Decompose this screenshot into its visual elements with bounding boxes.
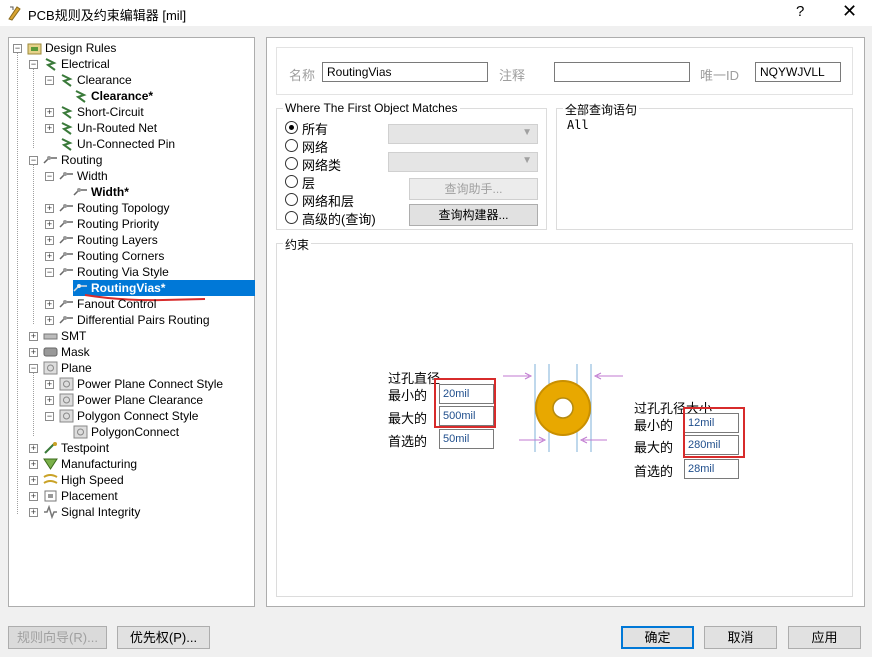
rule-editor-panel: 名称 RoutingVias 注释 唯一ID NQYWJVLL Where Th… [266,37,865,607]
close-button[interactable]: ✕ [842,1,857,22]
object-match-group: Where The First Object Matches 所有 网络 网络类… [276,101,547,230]
highlight-hole-size [683,407,745,458]
short-circuit-icon [61,106,73,119]
comment-label: 注释 [499,68,526,83]
via-diameter-pref-label: 首选的 [388,434,428,449]
hole-size-pref-input[interactable]: 28mil [684,459,739,479]
routing-topology-icon [59,204,73,212]
unique-id-label: 唯一ID [700,68,740,83]
routing-via-style-icon [59,268,73,276]
match-combo-1[interactable]: ▼ [388,124,538,144]
hole-size-max-label: 最大的 [634,440,674,455]
pcb-rules-icon [8,6,21,21]
via-diameter-pref-input[interactable]: 50mil [439,429,494,449]
query-text[interactable]: All [567,118,589,132]
rule-header-group: 名称 RoutingVias 注释 唯一ID NQYWJVLL [276,47,853,95]
ok-button[interactable]: 确定 [621,626,694,649]
rule-icon [73,188,87,196]
query-helper-button[interactable]: 查询助手... [409,178,538,200]
chevron-down-icon: ▼ [522,155,532,166]
rules-tree[interactable]: − Design Rules − Electrical − Clearance Cle… [8,37,255,607]
via-diameter-max-label: 最大的 [388,411,428,426]
differential-pairs-icon [59,316,73,324]
constraints-group: 约束 过孔直径 最小的 20mil 最大的 500mil 首选的 50mil 过… [276,236,853,597]
via-diagram [503,364,623,452]
manufacturing-icon [43,458,58,470]
name-label: 名称 [289,68,316,83]
routing-priority-icon [59,220,73,228]
clearance-icon [61,74,73,87]
radio-advanced-query[interactable] [285,211,298,224]
priority-button[interactable]: 优先权(P)... [117,626,210,649]
chevron-down-icon: ▼ [522,127,532,138]
unique-id-input[interactable]: NQYWJVLL [755,62,841,82]
help-button[interactable]: ? [796,3,804,20]
rule-wizard-button[interactable]: 规则向导(R)... [8,626,107,649]
radio-layer[interactable] [285,175,298,188]
routing-corners-icon [59,252,73,260]
cancel-button[interactable]: 取消 [704,626,777,649]
full-query-group: 全部查询语句 All [556,101,853,230]
folder-icon [27,43,42,55]
via-hole [552,397,574,419]
power-plane-clearance-icon [59,393,74,407]
signal-integrity-icon [44,505,57,519]
routing-icon [43,156,57,164]
rule-icon [75,90,87,103]
highlight-via-diameter [434,378,496,428]
mask-icon [43,347,58,357]
un-routed-net-icon [61,122,73,135]
testpoint-icon [44,442,57,454]
full-query-title: 全部查询语句 [563,101,640,118]
power-plane-connect-icon [59,377,74,391]
name-input[interactable]: RoutingVias [322,62,488,82]
radio-net-and-layer[interactable] [285,193,298,206]
via-diameter-min-label: 最小的 [388,388,428,403]
electrical-icon [45,58,57,71]
un-connected-pin-icon [61,138,73,151]
apply-button[interactable]: 应用 [788,626,861,649]
title-bar: PCB规则及约束编辑器 [mil] ? ✕ [0,0,872,26]
object-match-title: Where The First Object Matches [283,101,460,115]
placement-icon [44,490,57,502]
hole-size-min-label: 最小的 [634,418,674,433]
high-speed-icon [43,474,58,484]
plane-icon [43,361,58,375]
constraints-title: 约束 [283,236,312,253]
routing-layers-icon [59,236,73,244]
window-title: PCB规则及约束编辑器 [mil] [28,8,187,23]
smt-icon [43,333,58,340]
polygon-connect-style-icon [59,409,74,423]
query-builder-button[interactable]: 查询构建器... [409,204,538,226]
rule-icon [73,425,88,439]
width-icon [59,172,73,180]
comment-input[interactable] [554,62,690,82]
hole-size-pref-label: 首选的 [634,464,674,479]
fanout-control-icon [59,300,73,308]
radio-net-class[interactable] [285,157,298,170]
match-combo-2[interactable]: ▼ [388,152,538,172]
radio-all[interactable] [285,121,298,134]
radio-net[interactable] [285,139,298,152]
